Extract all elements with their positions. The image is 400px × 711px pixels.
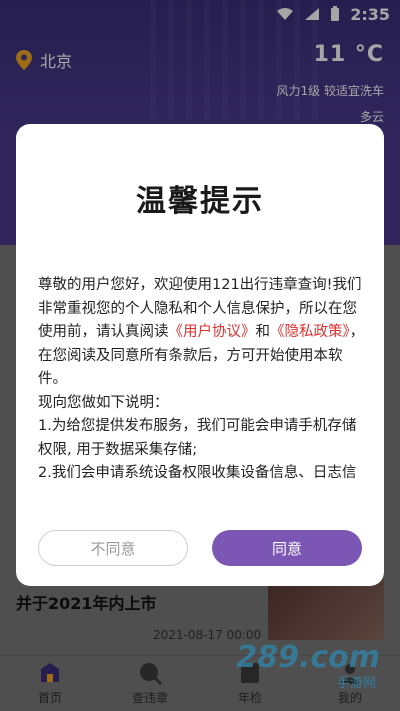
dialog-paragraph-explain: 现向您做如下说明： (38, 394, 169, 411)
dialog-paragraph-intro: 尊敬的用户您好，欢迎使用121出行违章查询!我们非常重视您的个人隐私和个人信息保… (38, 274, 366, 392)
user-agreement-link[interactable]: 《用户协议》 (169, 324, 256, 340)
and-text: 和 (255, 324, 271, 340)
privacy-dialog: 温馨提示 尊敬的用户您好，欢迎使用121出行违章查询!我们非常重视您的个人隐私和… (16, 124, 384, 586)
disagree-button[interactable]: 不同意 (38, 530, 188, 566)
dialog-body[interactable]: 尊敬的用户您好，欢迎使用121出行违章查询!我们非常重视您的个人隐私和个人信息保… (38, 274, 366, 486)
dialog-paragraph-device: 2.我们会申请系统设备权限收集设备信息、日志信息，其中包括：安卓ID、运营商信息… (38, 465, 357, 481)
dialog-title: 温馨提示 (136, 184, 264, 219)
agree-button[interactable]: 同意 (212, 530, 362, 566)
privacy-policy-link[interactable]: 《隐私政策》 (270, 324, 350, 340)
dialog-actions: 不同意 同意 (38, 530, 362, 566)
dialog-paragraph-storage: 1.为给您提供发布服务，我们可能会申请手机存储权限, 用于数据采集存储; (38, 418, 357, 458)
